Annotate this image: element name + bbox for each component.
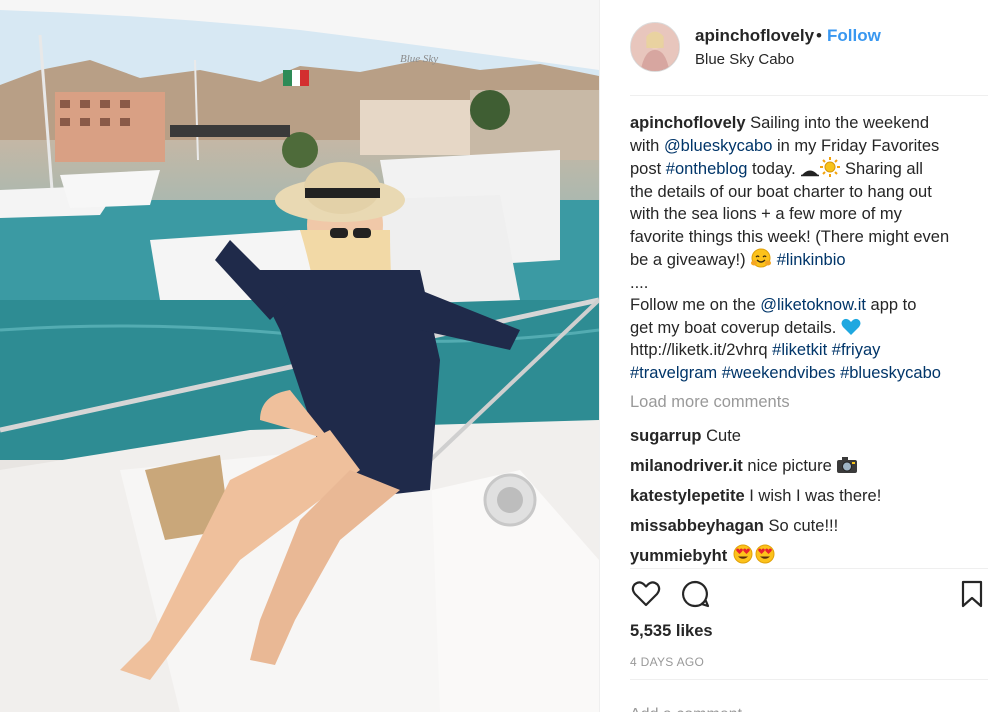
caption-text: Follow me on the xyxy=(630,296,761,314)
comment-username[interactable]: milanodriver.it xyxy=(630,457,743,475)
caption-line: with the sea lions + a few more of my xyxy=(630,205,902,223)
comment-username[interactable]: yummiebyht xyxy=(630,547,727,565)
comment-text: I wish I was there! xyxy=(749,487,882,505)
likes-count[interactable]: 5,535 likes xyxy=(630,622,713,641)
save-button[interactable] xyxy=(956,578,988,610)
comment-button[interactable] xyxy=(679,578,711,610)
hugging-face-emoji-icon xyxy=(751,248,772,268)
post-actions xyxy=(630,578,988,614)
caption-line: .... xyxy=(630,273,649,292)
hashtag-link[interactable]: #linkinbio xyxy=(777,251,846,269)
comment-text: So cute!!! xyxy=(768,517,839,535)
load-more-comments-button[interactable]: Load more comments xyxy=(630,393,790,412)
comments-list: sugarrup Cute milanodriver.it nice pictu… xyxy=(630,424,985,574)
mention-link[interactable]: @blueskycabo xyxy=(664,137,772,155)
caption-line: with @blueskycabo in my Friday Favorites xyxy=(630,135,985,158)
comment-text: nice picture xyxy=(747,457,837,475)
caption-line: http://liketk.it/2vhrq #liketkit #friyay xyxy=(630,339,985,362)
caption-line: Follow me on the @liketoknow.it app to xyxy=(630,294,985,317)
caption-text: Sailing into the weekend xyxy=(750,114,929,132)
hashtag-link[interactable]: #friyay xyxy=(832,341,881,359)
caption-line: be a giveaway!) #linkinbio xyxy=(630,248,985,272)
mention-link[interactable]: @liketoknow.it xyxy=(760,296,866,314)
follow-button[interactable]: Follow xyxy=(827,26,881,46)
caption-line: favorite things this week! (There might … xyxy=(630,227,950,246)
comment-item: yummiebyht xyxy=(630,544,985,574)
comment-item: katestylepetite I wish I was there! xyxy=(630,484,985,514)
caption-text: today. xyxy=(747,160,801,178)
bookmark-icon xyxy=(961,580,983,608)
post-header: apinchoflovely • Follow Blue Sky Cabo xyxy=(600,0,995,96)
caption-text: Sharing all xyxy=(840,160,923,178)
post-caption: apinchoflovely Sailing into the weekend … xyxy=(630,112,985,384)
post-photo[interactable]: Blue Sky xyxy=(0,0,599,712)
sun-emoji-icon xyxy=(820,157,841,177)
caption-text: get my boat coverup details. xyxy=(630,318,841,337)
post-photo-illustration: Blue Sky xyxy=(0,0,599,712)
location-link[interactable]: Blue Sky Cabo xyxy=(695,51,794,68)
comment-text: Cute xyxy=(706,427,741,445)
comment-item: missabbeyhagan So cute!!! xyxy=(630,514,985,544)
camera-emoji-icon xyxy=(837,457,858,473)
post-timestamp[interactable]: 4 DAYS AGO xyxy=(630,655,704,669)
hashtag-link[interactable]: #blueskycabo xyxy=(840,364,941,382)
caption-line: the details of our boat charter to hang … xyxy=(630,182,932,201)
comments-divider xyxy=(630,568,988,569)
caption-text: in my Friday Favorites xyxy=(772,136,940,155)
comment-item: milanodriver.it nice picture xyxy=(630,454,985,484)
comment-bubble-icon xyxy=(682,580,710,608)
post-details-panel: apinchoflovely • Follow Blue Sky Cabo ap… xyxy=(599,0,995,712)
header-separator: • xyxy=(816,26,822,45)
hashtag-link[interactable]: #ontheblog xyxy=(666,160,748,178)
hashtag-link[interactable]: #liketkit xyxy=(772,341,827,359)
caption-line: get my boat coverup details. xyxy=(630,317,985,340)
boat-name-text: Blue Sky xyxy=(400,53,438,65)
caption-text: app to xyxy=(865,296,917,314)
sunset-emoji-icon xyxy=(801,170,820,177)
caption-text: with xyxy=(630,136,664,155)
heart-eyes-emoji-icon xyxy=(755,544,775,564)
caption-line: #travelgram #weekendvibes #blueskycabo xyxy=(630,362,985,385)
comment-item: sugarrup Cute xyxy=(630,424,985,454)
heart-eyes-emoji-icon xyxy=(733,544,753,564)
like-button[interactable] xyxy=(630,578,662,610)
hashtag-link[interactable]: #weekendvibes xyxy=(722,364,836,382)
caption-line: post #ontheblog today. Sharing all xyxy=(630,157,985,181)
header-username[interactable]: apinchoflovely xyxy=(695,26,814,46)
header-divider xyxy=(630,95,988,96)
blue-heart-emoji-icon xyxy=(841,318,861,335)
hashtag-link[interactable]: #travelgram xyxy=(630,364,717,382)
caption-username[interactable]: apinchoflovely xyxy=(630,114,746,132)
caption-line: apinchoflovely Sailing into the weekend xyxy=(630,112,985,135)
heart-outline-icon xyxy=(631,581,661,607)
add-comment-divider xyxy=(630,679,988,680)
avatar[interactable] xyxy=(630,22,680,72)
add-comment-input[interactable] xyxy=(630,700,988,712)
caption-text: http://liketk.it/2vhrq xyxy=(630,341,773,359)
comment-username[interactable]: sugarrup xyxy=(630,427,702,445)
caption-text: post xyxy=(630,160,666,178)
comment-username[interactable]: katestylepetite xyxy=(630,487,745,505)
comment-username[interactable]: missabbeyhagan xyxy=(630,517,764,535)
caption-text: be a giveaway!) xyxy=(630,251,751,269)
